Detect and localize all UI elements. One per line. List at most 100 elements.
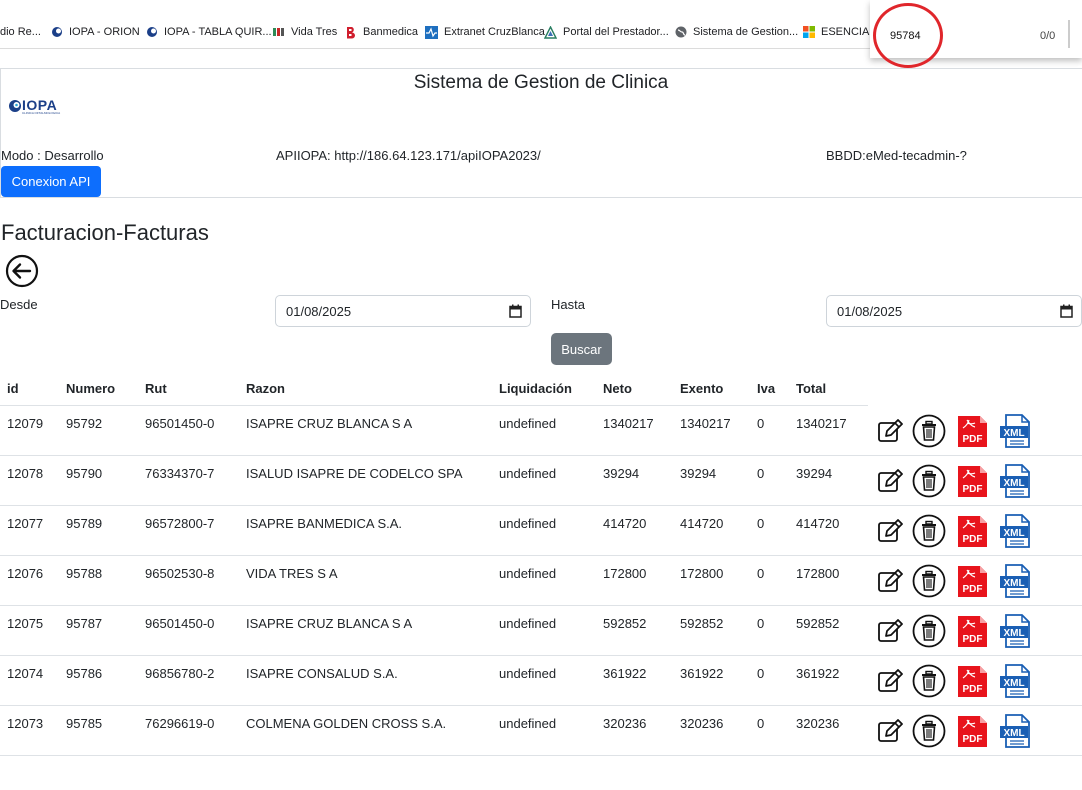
pdf-icon[interactable]: PDF bbox=[955, 564, 989, 598]
cell-exento: 361922 bbox=[680, 666, 724, 681]
col-liquidacion: Liquidación bbox=[499, 381, 572, 396]
cell-exento: 320236 bbox=[680, 716, 724, 731]
svg-text:XML: XML bbox=[1003, 528, 1024, 539]
bookmark-portal-prestador[interactable]: Portal del Prestador... bbox=[544, 24, 669, 40]
iopa-icon bbox=[50, 26, 63, 39]
cell-rut: 96501450-0 bbox=[145, 416, 215, 431]
table-row: 12078 95790 76334370-7 ISALUD ISAPRE DE COD… bbox=[0, 456, 1082, 506]
trash-icon[interactable] bbox=[912, 514, 946, 548]
svg-text:PDF: PDF bbox=[963, 584, 983, 595]
hasta-value: 01/08/2025 bbox=[837, 303, 903, 319]
pdf-icon[interactable]: PDF bbox=[955, 714, 989, 748]
cell-neto: 414720 bbox=[603, 516, 647, 531]
xml-icon[interactable]: XML bbox=[999, 664, 1033, 698]
cell-numero: 95789 bbox=[66, 516, 103, 531]
svg-text:XML: XML bbox=[1003, 628, 1024, 639]
globe-icon bbox=[674, 26, 687, 39]
cell-razon: COLMENA GOLDEN CROSS S.A. bbox=[246, 716, 447, 731]
pdf-icon[interactable]: PDF bbox=[955, 664, 989, 698]
trash-icon[interactable] bbox=[912, 564, 946, 598]
iopa-logo: IOPA CLINICA OFTALMOLOGICA bbox=[8, 96, 70, 118]
cell-rut: 96502530-8 bbox=[145, 566, 215, 581]
edit-icon[interactable] bbox=[873, 464, 907, 498]
cell-rut: 96856780-2 bbox=[145, 666, 215, 681]
bookmark-label: Sistema de Gestion... bbox=[693, 26, 799, 38]
svg-text:PDF: PDF bbox=[963, 434, 983, 445]
xml-icon[interactable]: XML bbox=[999, 464, 1033, 498]
edit-icon[interactable] bbox=[873, 514, 907, 548]
bookmark-iopa-orion[interactable]: IOPA - ORION bbox=[50, 24, 140, 40]
find-divider bbox=[1068, 20, 1070, 48]
table-row: 12074 95786 96856780-2 ISAPRE CONSALUD S.A.… bbox=[0, 656, 1082, 706]
modo-label: Modo : Desarrollo bbox=[1, 148, 104, 163]
logo-mark-icon bbox=[9, 100, 21, 112]
bookmark-iopa-tabla[interactable]: IOPA - TABLA QUIR... bbox=[145, 24, 272, 40]
calendar-icon[interactable] bbox=[1060, 304, 1073, 318]
bookmark-label: ESENCIAL bbox=[821, 26, 876, 38]
cell-exento: 172800 bbox=[680, 566, 724, 581]
trash-icon[interactable] bbox=[912, 464, 946, 498]
cell-neto: 592852 bbox=[603, 616, 647, 631]
bbdd-label: BBDD:eMed-tecadmin-? bbox=[826, 148, 967, 163]
edit-icon[interactable] bbox=[873, 614, 907, 648]
back-arrow-icon[interactable] bbox=[5, 254, 39, 288]
cell-id: 12073 bbox=[7, 716, 44, 731]
col-iva: Iva bbox=[757, 381, 776, 396]
hasta-date-input[interactable]: 01/08/2025 bbox=[826, 295, 1082, 327]
bookmark-banmedica[interactable]: Banmedica bbox=[344, 24, 418, 40]
svg-text:PDF: PDF bbox=[963, 484, 983, 495]
hasta-label: Hasta bbox=[551, 297, 585, 312]
bookmark-sistema-gestion[interactable]: Sistema de Gestion... bbox=[674, 24, 798, 40]
cell-iva: 0 bbox=[757, 666, 765, 681]
cell-total: 361922 bbox=[796, 666, 840, 681]
xml-icon[interactable]: XML bbox=[999, 614, 1033, 648]
find-count: 0/0 bbox=[1040, 30, 1056, 42]
col-razon: Razon bbox=[246, 381, 285, 396]
xml-icon[interactable]: XML bbox=[999, 514, 1033, 548]
pdf-icon[interactable]: PDF bbox=[955, 514, 989, 548]
xml-icon[interactable]: XML bbox=[999, 564, 1033, 598]
cell-neto: 172800 bbox=[603, 566, 647, 581]
cell-razon: VIDA TRES S A bbox=[246, 566, 338, 581]
trash-icon[interactable] bbox=[912, 414, 946, 448]
cell-id: 12075 bbox=[7, 616, 44, 631]
bookmarks-divider bbox=[0, 48, 870, 49]
pdf-icon[interactable]: PDF bbox=[955, 464, 989, 498]
bookmark-vida-tres[interactable]: Vida Tres bbox=[272, 24, 337, 40]
bookmark-label: Banmedica bbox=[363, 26, 419, 38]
cell-total: 1340217 bbox=[796, 416, 847, 431]
buscar-button[interactable]: Buscar bbox=[551, 333, 612, 365]
table-row: 12077 95789 96572800-7 ISAPRE BANMEDICA S.A… bbox=[0, 506, 1082, 556]
portal-icon bbox=[544, 25, 557, 39]
table-row: 12076 95788 96502530-8 VIDA TRES S A undefin… bbox=[0, 556, 1082, 606]
cell-liquidacion: undefined bbox=[499, 666, 557, 681]
bookmark-label: IOPA - ORION bbox=[69, 26, 140, 38]
bookmark-label: IOPA - TABLA QUIR... bbox=[164, 26, 272, 38]
cell-total: 414720 bbox=[796, 516, 840, 531]
cell-razon: ISAPRE CRUZ BLANCA S A bbox=[246, 616, 413, 631]
bookmark-extranet-cruzblanca[interactable]: Extranet CruzBlanca bbox=[425, 24, 545, 40]
edit-icon[interactable] bbox=[873, 564, 907, 598]
bookmark-0[interactable]: dio Re... bbox=[0, 24, 41, 40]
table-row: 12079 95792 96501450-0 ISAPRE CRUZ BLANCA S… bbox=[0, 406, 1082, 456]
edit-icon[interactable] bbox=[873, 664, 907, 698]
xml-icon[interactable]: XML bbox=[999, 414, 1033, 448]
trash-icon[interactable] bbox=[912, 714, 946, 748]
desde-date-input[interactable]: 01/08/2025 bbox=[275, 295, 531, 327]
calendar-icon[interactable] bbox=[509, 304, 522, 318]
svg-text:XML: XML bbox=[1003, 428, 1024, 439]
trash-icon[interactable] bbox=[912, 664, 946, 698]
xml-icon[interactable]: XML bbox=[999, 714, 1033, 748]
pdf-icon[interactable]: PDF bbox=[955, 414, 989, 448]
cell-numero: 95792 bbox=[66, 416, 103, 431]
cell-numero: 95788 bbox=[66, 566, 103, 581]
edit-icon[interactable] bbox=[873, 714, 907, 748]
svg-text:XML: XML bbox=[1003, 678, 1024, 689]
cell-liquidacion: undefined bbox=[499, 416, 557, 431]
pdf-icon[interactable]: PDF bbox=[955, 614, 989, 648]
trash-icon[interactable] bbox=[912, 614, 946, 648]
col-numero: Numero bbox=[66, 381, 116, 396]
edit-icon[interactable] bbox=[873, 414, 907, 448]
conexion-api-button[interactable]: Conexion API bbox=[1, 166, 101, 197]
bookmark-esencial[interactable]: ESENCIAL bbox=[802, 24, 875, 40]
